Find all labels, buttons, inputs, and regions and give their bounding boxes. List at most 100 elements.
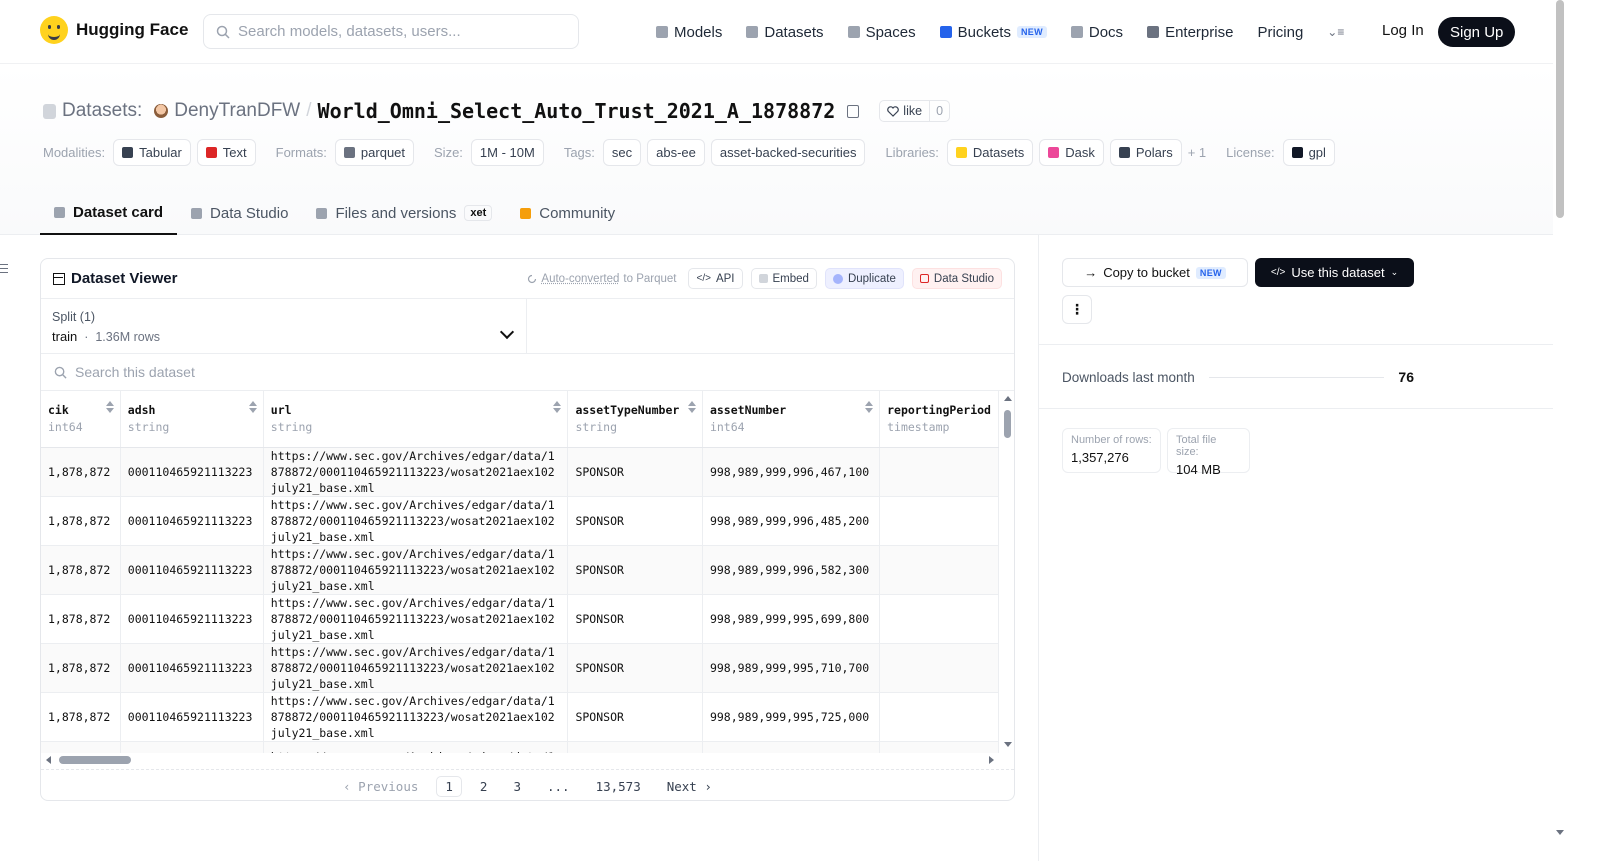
sort-icon[interactable]	[865, 401, 874, 413]
scroll-left-icon[interactable]	[46, 756, 51, 764]
page-2[interactable]: 2	[472, 777, 496, 796]
sort-icon[interactable]	[553, 401, 562, 413]
dataset-search[interactable]	[41, 354, 1014, 391]
table-row[interactable]: 1,878,872 000110465921113223 https://www.s…	[41, 594, 999, 644]
cell-cik: 1,878,872	[41, 496, 121, 546]
cell-reportingPeriod	[879, 447, 999, 497]
next-page-button[interactable]: Next ›	[659, 777, 720, 796]
table-row[interactable]: 1,878,872 000110465921113223 https://www.s…	[41, 692, 999, 742]
sidebar-toggle-icon[interactable]	[0, 264, 8, 273]
duplicate-button[interactable]: Duplicate	[824, 268, 904, 289]
xet-badge: xet	[464, 205, 493, 221]
global-search-input[interactable]	[238, 23, 538, 40]
tab-data-studio[interactable]: Data Studio	[177, 191, 302, 235]
table-row[interactable]: 1,878,872 000110465921113223 https://www.s…	[41, 545, 999, 595]
nav-item-spaces[interactable]: Spaces	[847, 24, 916, 41]
tab-community[interactable]: Community	[506, 191, 629, 235]
more-menu-icon[interactable]: ⌄≡	[1327, 25, 1344, 39]
nav-item-docs[interactable]: Docs	[1070, 24, 1123, 41]
nav-item-enterprise[interactable]: Enterprise	[1147, 24, 1233, 41]
table-vertical-scrollbar[interactable]	[1001, 391, 1014, 747]
data-studio-button[interactable]: Data Studio	[911, 268, 1002, 289]
embed-button-label: Embed	[772, 272, 809, 285]
table-row[interactable]: https://www.sec.gov/Archives/edgar/data/…	[41, 741, 999, 753]
tag-chip-asset-backed-securities[interactable]: asset-backed-securities	[710, 139, 866, 166]
table-row[interactable]: 1,878,872 000110465921113223 https://www.s…	[41, 643, 999, 693]
dataset-search-input[interactable]	[75, 364, 475, 380]
scroll-right-icon[interactable]	[989, 756, 994, 764]
owner-avatar[interactable]	[154, 104, 169, 118]
pagination: ‹ Previous 1 2 3... 13,573 Next ›	[41, 769, 1014, 800]
modality-chip-tabular[interactable]: Tabular	[113, 139, 191, 166]
nav-item-pricing[interactable]: Pricing	[1257, 24, 1303, 41]
scroll-up-icon[interactable]	[1004, 396, 1012, 401]
tab-dataset-card[interactable]: Dataset card	[40, 191, 178, 235]
brand-logo[interactable]: Hugging Face	[40, 16, 188, 44]
column-header-assetNumber[interactable]: assetNumber int64	[702, 391, 881, 448]
size-chip[interactable]: 1M - 10M	[470, 139, 544, 166]
table-horizontal-scrollbar[interactable]	[41, 753, 999, 767]
license-chip[interactable]: gpl	[1282, 139, 1335, 166]
scroll-down-icon[interactable]	[1556, 830, 1564, 835]
dataset-name[interactable]: World_Omni_Select_Auto_Trust_2021_A_1878…	[318, 99, 836, 123]
cell-adsh: 000110465921113223	[120, 643, 264, 693]
copy-icon[interactable]	[847, 104, 860, 118]
repo-owner-link[interactable]: DenyTranDFW	[174, 100, 300, 122]
auto-converted-link[interactable]: Auto-converted	[541, 273, 619, 285]
library-chip-dask[interactable]: Dask	[1039, 139, 1104, 166]
cell-cik: 1,878,872	[41, 594, 121, 644]
previous-page-button[interactable]: ‹ Previous	[335, 777, 426, 796]
cell-adsh: 000110465921113223	[120, 594, 264, 644]
downloads-label: Downloads last month	[1062, 369, 1195, 385]
copy-to-bucket-button[interactable]: → Copy to bucket NEW	[1062, 258, 1248, 287]
page-3[interactable]: 3	[505, 777, 529, 796]
sort-icon[interactable]	[105, 401, 114, 413]
page-1[interactable]: 1	[436, 775, 462, 797]
format-chip-parquet[interactable]: parquet	[334, 139, 415, 166]
modality-chip-text-label: Text	[222, 145, 247, 160]
global-search[interactable]	[203, 14, 579, 49]
page-scrollbar[interactable]	[1553, 0, 1568, 861]
column-header-reportingPeriod[interactable]: reportingPeriod timestamp	[879, 391, 999, 448]
column-header-assetTypeNumber[interactable]: assetTypeNumber string	[567, 391, 703, 448]
split-selector[interactable]: Split (1) train · 1.36M rows	[41, 299, 527, 353]
embed-icon	[758, 274, 768, 283]
nav-item-buckets[interactable]: Buckets NEW	[939, 24, 1047, 41]
divider	[1039, 344, 1553, 345]
format-chip-parquet-label: parquet	[360, 145, 406, 160]
column-header-adsh[interactable]: adsh string	[120, 391, 264, 448]
like-count: 0	[936, 104, 944, 118]
data-table-container[interactable]: cik int64 adsh string url string assetTypeNumb…	[41, 391, 999, 753]
sort-icon[interactable]	[248, 401, 257, 413]
new-badge: NEW	[1016, 26, 1047, 38]
scroll-thumb[interactable]	[1004, 410, 1011, 438]
sort-icon[interactable]	[687, 401, 696, 413]
more-options-button[interactable]: ⋮	[1062, 295, 1092, 324]
nav-item-datasets[interactable]: Datasets	[746, 24, 824, 41]
embed-button[interactable]: Embed	[750, 268, 817, 289]
libraries-more[interactable]: + 1	[1188, 145, 1206, 160]
use-this-dataset-button[interactable]: </> Use this dataset ⌄	[1255, 258, 1414, 287]
library-chip-datasets[interactable]: Datasets	[946, 139, 1034, 166]
column-header-cik[interactable]: cik int64	[41, 391, 121, 448]
modality-chip-text[interactable]: Text	[196, 139, 256, 166]
tabular-icon	[122, 147, 134, 158]
like-button[interactable]: like 0	[879, 100, 951, 122]
tag-chip-abs-ee[interactable]: abs-ee	[647, 139, 705, 166]
cell-assetTypeNumber: SPONSOR	[567, 643, 703, 693]
login-link[interactable]: Log In	[1382, 22, 1424, 39]
table-row[interactable]: 1,878,872 000110465921113223 https://www.s…	[41, 447, 999, 497]
page-13,573[interactable]: 13,573	[588, 777, 649, 796]
page-scroll-thumb[interactable]	[1556, 0, 1564, 218]
nav-item-models[interactable]: Models	[656, 24, 722, 41]
scroll-down-icon[interactable]	[1004, 742, 1012, 747]
tag-chip-sec[interactable]: sec	[602, 139, 642, 166]
table-row[interactable]: 1,878,872 000110465921113223 https://www.s…	[41, 496, 999, 546]
signup-button[interactable]: Sign Up	[1438, 17, 1516, 47]
column-header-url[interactable]: url string	[263, 391, 569, 448]
tab-files-and-versions[interactable]: Files and versions xet	[302, 191, 506, 235]
api-button[interactable]: </> API	[688, 268, 743, 289]
scroll-thumb[interactable]	[59, 756, 131, 764]
library-chip-polars[interactable]: Polars	[1109, 139, 1182, 166]
repo-type-label[interactable]: Datasets:	[62, 100, 142, 122]
